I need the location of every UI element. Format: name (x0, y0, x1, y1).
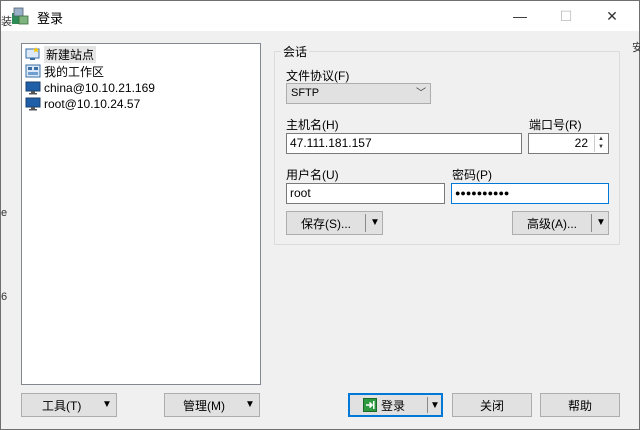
title-bar[interactable]: 登录 — ☐ ✕ (1, 1, 639, 31)
background-text-fragment: 安 (632, 42, 640, 54)
winscp-app-icon (12, 7, 29, 25)
workspace-icon (25, 64, 41, 78)
maximize-button[interactable]: ☐ (543, 1, 589, 31)
tree-item-workspace[interactable]: 我的工作区 (25, 63, 104, 79)
protocol-value: SFTP (291, 87, 320, 99)
dropdown-arrow-icon: ▼ (102, 399, 112, 410)
site-tree[interactable]: 新建站点 我的工作区 china@10.10.21.169 root@10.10… (21, 43, 261, 385)
tree-item-label: 我的工作区 (44, 64, 105, 79)
login-arrow-icon (363, 398, 377, 412)
new-site-icon (25, 47, 40, 60)
password-input[interactable]: ●●●●●●●●●● (451, 183, 609, 204)
host-label: 主机名(H) (286, 118, 339, 132)
close-button[interactable]: 关闭 (452, 393, 532, 417)
computer-icon (25, 97, 41, 111)
tools-button-label: 工具(T) (42, 398, 82, 413)
background-text-fragment: 装 (1, 16, 12, 28)
tools-button[interactable]: 工具(T) ▼ (21, 393, 117, 417)
background-text-fragment: 6 (1, 291, 8, 303)
background-text-fragment: e (1, 207, 8, 219)
chevron-down-icon: ﹀ (416, 88, 426, 99)
advanced-button-label: 高级(A)... (527, 216, 577, 231)
port-label: 端口号(R) (529, 118, 582, 132)
login-button[interactable]: 登录 ▼ (348, 393, 443, 417)
advanced-button[interactable]: 高级(A)... ▼ (512, 211, 609, 235)
dropdown-arrow-icon[interactable]: ▼ (370, 212, 380, 234)
user-label: 用户名(U) (286, 168, 339, 182)
manage-button[interactable]: 管理(M) ▼ (164, 393, 260, 417)
username-input[interactable]: root (286, 183, 445, 204)
split-divider (365, 214, 366, 232)
tree-item-site[interactable]: china@10.10.21.169 (25, 80, 155, 96)
login-button-label: 登录 (381, 398, 406, 413)
tree-item-site[interactable]: root@10.10.24.57 (25, 96, 140, 112)
tree-item-new-site[interactable]: 新建站点 (25, 45, 97, 63)
save-button-label: 保存(S)... (301, 216, 351, 231)
protocol-select[interactable]: SFTP ﹀ (286, 83, 431, 104)
port-value: 22 (574, 136, 588, 150)
dropdown-arrow-icon[interactable]: ▼ (430, 395, 440, 417)
save-button[interactable]: 保存(S)... ▼ (286, 211, 383, 235)
help-button[interactable]: 帮助 (540, 393, 620, 417)
split-divider (591, 214, 592, 232)
tree-item-label: root@10.10.24.57 (44, 97, 141, 111)
split-divider (427, 397, 428, 413)
host-input[interactable]: 47.111.181.157 (286, 133, 522, 154)
password-label: 密码(P) (452, 168, 492, 182)
login-dialog: 登录 — ☐ ✕ 装 安 e 6 新建站点 我的工作区 china@10.10.… (0, 0, 640, 430)
computer-icon (25, 81, 41, 95)
manage-button-label: 管理(M) (183, 398, 225, 413)
protocol-label: 文件协议(F) (286, 69, 350, 83)
spin-arrows-icon[interactable]: ▲ ▼ (594, 135, 607, 152)
dropdown-arrow-icon[interactable]: ▼ (596, 212, 606, 234)
tree-item-label: china@10.10.21.169 (44, 81, 155, 95)
port-stepper[interactable]: 22 ▲ ▼ (528, 133, 609, 154)
window-title: 登录 (37, 11, 64, 26)
tree-item-label: 新建站点 (44, 45, 97, 63)
minimize-button[interactable]: — (497, 1, 543, 31)
dropdown-arrow-icon: ▼ (245, 399, 255, 410)
session-group-title: 会话 (281, 43, 310, 60)
close-window-button[interactable]: ✕ (589, 1, 635, 31)
